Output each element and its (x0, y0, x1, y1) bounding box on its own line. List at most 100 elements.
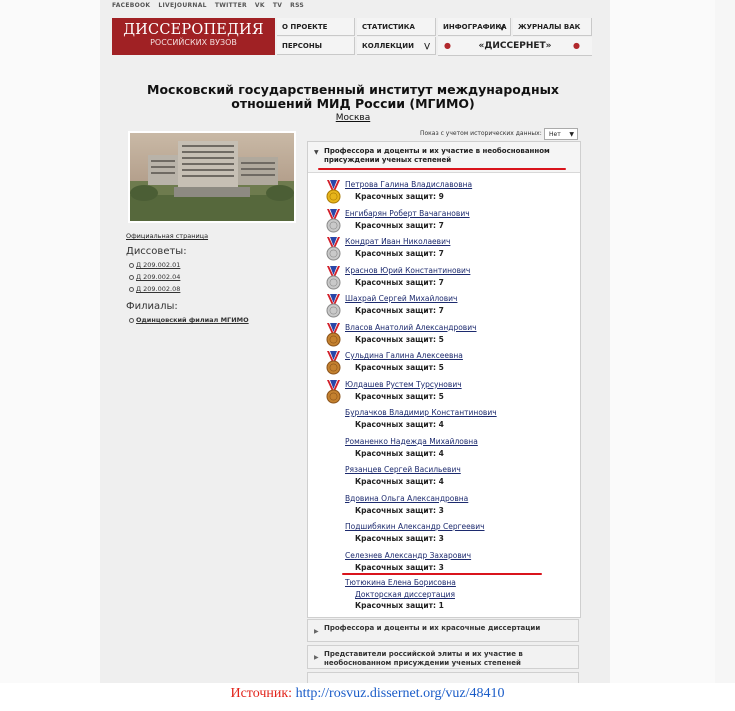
bronze-medal-icon (325, 351, 342, 375)
list-item: Кондрат Иван Николаевич Красочных защит: … (325, 237, 575, 265)
silver-medal-icon (325, 237, 342, 261)
page: FACEBOOK LIVEJOURNAL TWITTER VK TV RSS ДИССЕР… (0, 0, 735, 711)
historical-data-label: Показ с учетом исторических данных: (420, 130, 542, 137)
nav-stats-label: СТАТИСТИКА (362, 23, 415, 31)
person-score: Красочных защит: 7 (355, 306, 444, 315)
list-item: Романенко Надежда Михайловна Красочных за… (325, 437, 575, 465)
person-score: Красочных защит: 4 (355, 477, 444, 486)
person-link[interactable]: Власов Анатолий Александрович (345, 323, 477, 332)
list-item: Бурлачков Владимир Константинович Красочн… (325, 408, 575, 436)
person-link[interactable]: Краснов Юрий Константинович (345, 266, 470, 275)
person-link[interactable]: Юлдашев Рустем Турсунович (345, 380, 462, 389)
person-score: Красочных защит: 5 (355, 363, 444, 372)
section-title: Профессора и доценты и их красочные дисс… (324, 624, 541, 632)
bronze-medal-icon (325, 379, 342, 404)
dissovet-link[interactable]: Д 209.002.01 (129, 259, 306, 271)
nav-stats[interactable]: СТАТИСТИКА (357, 18, 436, 36)
nav-about-label: О ПРОЕКТЕ (282, 23, 328, 31)
nav-infographics-label: ИНФОГРАФИКА (443, 23, 507, 31)
collapsed-triangle-icon: ▶ (314, 654, 319, 661)
scrollbar[interactable] (715, 0, 735, 683)
social-link-facebook[interactable]: FACEBOOK (112, 2, 150, 9)
social-link-twitter[interactable]: TWITTER (215, 2, 247, 9)
nav-collections[interactable]: КОЛЛЕКЦИИ ⋁ (357, 37, 436, 55)
dropdown-arrow-icon: ▼ (569, 131, 574, 138)
collapsed-section[interactable]: ▶ Профессора и доценты и их красочные ди… (307, 619, 579, 642)
social-link-vk[interactable]: VK (255, 2, 265, 9)
historical-data-select[interactable]: Нет ▼ (544, 128, 578, 140)
red-underline-annotation (318, 168, 566, 170)
person-link[interactable]: Тютюкина Елена Борисовна (345, 578, 456, 587)
left-margin (0, 0, 100, 683)
dissovet-link[interactable]: Д 209.002.08 (129, 283, 306, 295)
person-link[interactable]: Сульдина Галина Алексеевна (345, 351, 463, 360)
source-label: Источник: (230, 686, 293, 701)
person-score: Красочных защит: 3 (355, 562, 444, 572)
filial-link[interactable]: Одинцовский филиал МГИМО (129, 314, 306, 326)
list-item: Тютюкина Елена Борисовна Докторская дисс… (325, 578, 575, 618)
person-link[interactable]: Петрова Галина Владиславовна (345, 180, 472, 189)
person-link[interactable]: Шахрай Сергей Михайлович (345, 294, 457, 303)
collapsed-triangle-icon: ▶ (314, 628, 319, 635)
list-item: Вдовина Ольга Александровна Красочных защ… (325, 494, 575, 522)
person-score: Красочных защит: 7 (355, 220, 444, 230)
filials-heading: Филиалы: (126, 301, 178, 312)
collapsed-section[interactable] (307, 672, 579, 683)
nav-vak-journals[interactable]: ЖУРНАЛЫ ВАК (513, 18, 592, 36)
person-link[interactable]: Енгибарян Роберт Вачаганович (345, 209, 470, 218)
person-score: Красочных защит: 4 (355, 420, 444, 429)
person-score: Красочных защит: 1 (355, 601, 444, 610)
list-item: Рязанцев Сергей Васильевич Красочных защи… (325, 465, 575, 493)
nav-dissernet-label: «ДИССЕРНЕТ» (478, 41, 552, 51)
source-url[interactable]: http://rosvuz.dissernet.org/vuz/48410 (296, 686, 505, 701)
chevron-down-icon: ⋁ (424, 42, 430, 50)
person-link[interactable]: Бурлачков Владимир Константинович (345, 408, 497, 417)
person-link[interactable]: Вдовина Ольга Александровна (345, 494, 468, 503)
person-link[interactable]: Подшибякин Александр Сергеевич (345, 522, 485, 531)
list-item: Подшибякин Александр Сергеевич Красочных … (325, 522, 575, 550)
social-link-rss[interactable]: RSS (290, 2, 304, 9)
logo-title: ДИССЕРОПЕДИЯ (123, 22, 264, 38)
silver-medal-icon (325, 265, 342, 290)
professors-panel: ▼ Профессора и доценты и их участие в не… (307, 141, 581, 618)
doctoral-dissertation-link[interactable]: Докторская диссертация (355, 590, 455, 599)
section-title: Представители российской элиты и их учас… (324, 650, 523, 667)
social-link-tv[interactable]: TV (273, 2, 282, 9)
nav-infographics[interactable]: ИНФОГРАФИКА ⋁ (438, 18, 511, 36)
city-link[interactable]: Москва (112, 113, 594, 123)
chevron-down-icon: ⋁ (499, 23, 505, 31)
person-link[interactable]: Кондрат Иван Николаевич (345, 237, 450, 246)
building-image (130, 133, 294, 221)
bullet-icon: ● (573, 41, 580, 50)
person-link[interactable]: Рязанцев Сергей Васильевич (345, 465, 461, 474)
page-title: Московский государственный институт межд… (147, 82, 559, 111)
source-caption: Источник: http://rosvuz.dissernet.org/vu… (0, 683, 735, 711)
social-link-livejournal[interactable]: LIVEJOURNAL (158, 2, 206, 9)
site-logo[interactable]: ДИССЕРОПЕДИЯ РОССИЙСКИХ ВУЗОВ (112, 18, 275, 55)
person-link[interactable]: Селезнев Александр Захарович (345, 551, 471, 560)
social-links: FACEBOOK LIVEJOURNAL TWITTER VK TV RSS (112, 2, 312, 12)
person-score: Красочных защит: 7 (355, 277, 444, 287)
logo-subtitle: РОССИЙСКИХ ВУЗОВ (150, 38, 237, 47)
dissovet-link[interactable]: Д 209.002.04 (129, 271, 306, 283)
silver-medal-icon (325, 208, 342, 233)
filials-list: Одинцовский филиал МГИМО (126, 314, 306, 326)
bullet-icon: ● (444, 41, 451, 50)
collapsed-section[interactable]: ▶ Представители российской элиты и их уч… (307, 645, 579, 669)
university-photo (128, 131, 296, 223)
bronze-medal-icon (325, 322, 342, 347)
panel-title: Профессора и доценты и их участие в необ… (324, 147, 550, 164)
expanded-triangle-icon: ▼ (314, 149, 319, 156)
official-page-link[interactable]: Официальная страница (126, 232, 306, 240)
list-item: Власов Анатолий Александрович Красочных з… (325, 322, 575, 351)
person-link[interactable]: Романенко Надежда Михайловна (345, 437, 478, 446)
nav-about[interactable]: О ПРОЕКТЕ (277, 18, 355, 36)
person-score: Красочных защит: 9 (355, 192, 444, 201)
list-item: Юлдашев Рустем Турсунович Красочных защит… (325, 379, 575, 408)
dissovets-list: Д 209.002.01 Д 209.002.04 Д 209.002.08 (126, 259, 306, 295)
person-score: Красочных защит: 5 (355, 334, 444, 344)
list-item: Шахрай Сергей Михайлович Красочных защит:… (325, 294, 575, 322)
red-underline-annotation (342, 573, 542, 575)
nav-dissernet[interactable]: ● «ДИССЕРНЕТ» ● (438, 37, 592, 56)
nav-persons[interactable]: ПЕРСОНЫ (277, 37, 355, 55)
